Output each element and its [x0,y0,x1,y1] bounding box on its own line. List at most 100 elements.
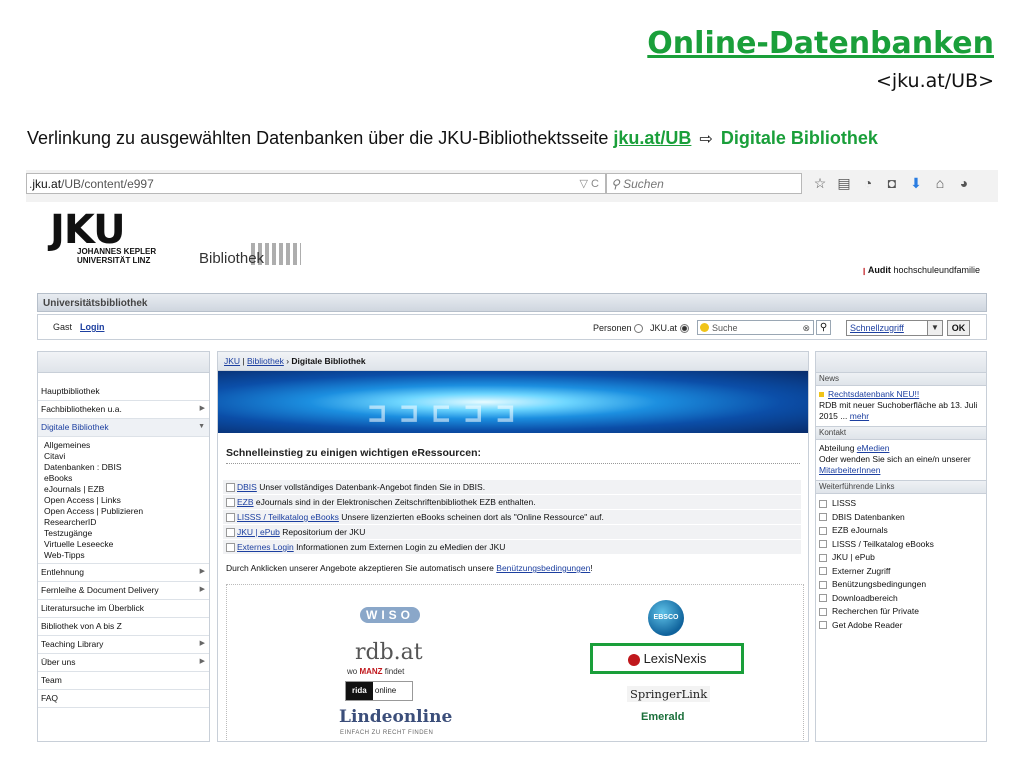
chevron-right-icon: ▶ [199,405,205,412]
nav-item-hauptbibliothek[interactable]: Hauptbibliothek [38,383,209,401]
browser-search-input[interactable]: ⚲ Suchen [606,173,802,194]
nav-label: Entlehnung [41,567,85,577]
terms-link[interactable]: Benützungsbedingungen [496,563,590,573]
subnav-item[interactable]: Allgemeines [38,440,209,451]
link-item[interactable]: LISSS [816,497,986,511]
news-more-link[interactable]: mehr [850,411,869,421]
radio-personen-label: Personen [593,323,632,333]
right-sidebar-top [816,352,986,372]
expand-icon[interactable] [226,543,235,552]
subnav-item[interactable]: Virtuelle Leseecke [38,539,209,550]
radio-jku-button[interactable] [679,324,689,334]
rdb-tagline-pre: wo [347,667,360,676]
ebsco-logo[interactable]: EBSCO [648,600,684,636]
logo-sub-line2: UNIVERSITÄT LINZ [77,256,151,265]
subnav-item[interactable]: Datenbanken : DBIS [38,462,209,473]
resource-link[interactable]: EZB [237,497,254,507]
linde-logo[interactable]: Lindeonline [339,707,452,727]
link-item[interactable]: Benützungsbedingungen [816,578,986,592]
url-bar[interactable]: .jku.at/UB/content/e997 ▽ C [26,173,606,194]
nav-item-literatursuche[interactable]: Literatursuche im Überblick [38,600,209,618]
chevron-down-icon: ▼ [927,321,942,335]
browser-search-placeholder: Suchen [623,177,664,191]
intro-link[interactable]: jku.at/UB [613,128,691,148]
pocket-icon[interactable]: ◘ [880,173,904,194]
search-icon[interactable]: ⚲ [816,320,831,335]
link-icon [819,580,827,589]
nav-item-fernleihe[interactable]: Fernleihe & Document Delivery ▶ [38,582,209,600]
link-item[interactable]: JKU | ePub [816,551,986,565]
quick-access-select[interactable]: Schnellzugriff ▼ [846,320,943,336]
news-header: News [816,372,986,386]
emerald-logo[interactable]: Emerald [641,711,684,723]
chat-icon[interactable]: ◕ [952,173,976,194]
reload-icon[interactable]: ▽ C [580,174,599,195]
lexisnexis-ball-icon [627,653,640,666]
ok-button[interactable]: OK [947,320,970,336]
lexisnexis-logo[interactable]: LexisNexis [590,643,744,674]
subnav-item[interactable]: Open Access | Publizieren [38,506,209,517]
home-icon[interactable]: ⌂ [928,173,952,194]
link-label: LISSS / Teilkatalog eBooks [832,538,934,549]
link-item[interactable]: EZB eJournals [816,524,986,538]
link-icon [819,594,827,603]
nav-label: Fernleihe & Document Delivery [41,585,159,595]
nav-item-fachbibliotheken[interactable]: Fachbibliotheken u.a. ▶ [38,401,209,419]
link-item[interactable]: LISSS / Teilkatalog eBooks [816,538,986,552]
radio-personen[interactable]: Personen [593,323,644,334]
resource-link[interactable]: DBIS [237,482,257,492]
clear-icon[interactable]: ⊗ [802,321,810,336]
news-link[interactable]: Rechtsdatenbank NEU!! [828,389,919,399]
expand-icon[interactable] [226,483,235,492]
nav-item-team[interactable]: Team [38,672,209,690]
nav-item-a-bis-z[interactable]: Bibliothek von A bis Z [38,618,209,636]
ub-title-bar: Universitätsbibliothek [37,293,987,312]
lexisnexis-label: LexisNexis [643,651,707,666]
expand-icon[interactable] [226,498,235,507]
link-label: Get Adobe Reader [832,619,903,630]
expand-icon[interactable] [226,513,235,522]
nav-item-digitale-bibliothek[interactable]: Digitale Bibliothek ▼ [38,419,209,437]
contact-staff-link[interactable]: MitarbeiterInnen [819,465,880,475]
subnav-item[interactable]: ResearcherID [38,517,209,528]
wiso-logo[interactable]: WISO [360,607,420,623]
jku-logo-subtitle: JOHANNES KEPLER UNIVERSITÄT LINZ [77,247,156,265]
nav-item-entlehnung[interactable]: Entlehnung ▶ [38,564,209,582]
resource-link[interactable]: Externes Login [237,542,294,552]
link-item[interactable]: Get Adobe Reader [816,619,986,633]
terms-end: ! [590,563,593,573]
subnav-item[interactable]: eBooks [38,473,209,484]
url-path: /UB/content/e997 [61,177,154,191]
nav-item-ueber-uns[interactable]: Über uns ▶ [38,654,209,672]
reading-list-icon[interactable]: ▤ [832,173,856,194]
site-search-input[interactable]: Suche ⊗ [697,320,814,335]
radio-jku[interactable]: JKU.at [650,323,689,334]
resource-link[interactable]: JKU | ePub [237,527,280,537]
subnav-item[interactable]: eJournals | EZB [38,484,209,495]
subnav-item[interactable]: Web-Tipps [38,550,209,561]
link-item[interactable]: Externer Zugriff [816,565,986,579]
link-item[interactable]: Downloadbereich [816,592,986,606]
nav-item-teaching-library[interactable]: Teaching Library ▶ [38,636,209,654]
radio-personen-button[interactable] [634,324,644,334]
rdb-logo[interactable]: rdb.at [355,640,423,665]
contact-emedien-link[interactable]: eMedien [857,443,890,453]
subnav-item[interactable]: Citavi [38,451,209,462]
expand-icon[interactable] [226,528,235,537]
nav-item-faq[interactable]: FAQ [38,690,209,708]
history-icon[interactable]: ◔ [856,173,880,194]
link-item[interactable]: Recherchen für Private [816,605,986,619]
resource-link[interactable]: LISSS / Teilkatalog eBooks [237,512,339,522]
breadcrumb-bibliothek[interactable]: Bibliothek [247,356,284,366]
subnav-item[interactable]: Open Access | Links [38,495,209,506]
rida-logo[interactable]: rida online [345,681,413,701]
subnav-item[interactable]: Testzugänge [38,528,209,539]
download-icon[interactable]: ⬇ [904,173,928,194]
bookmark-star-icon[interactable]: ☆ [808,173,832,194]
link-item[interactable]: DBIS Datenbanken [816,511,986,525]
login-link[interactable]: Login [80,322,105,332]
chevron-right-icon: ▶ [199,568,205,575]
banner-glyphs: ⊐⊐⊏⊐⊐ [368,396,529,431]
breadcrumb-jku[interactable]: JKU [224,356,240,366]
springerlink-logo[interactable]: SpringerLink [627,686,711,702]
